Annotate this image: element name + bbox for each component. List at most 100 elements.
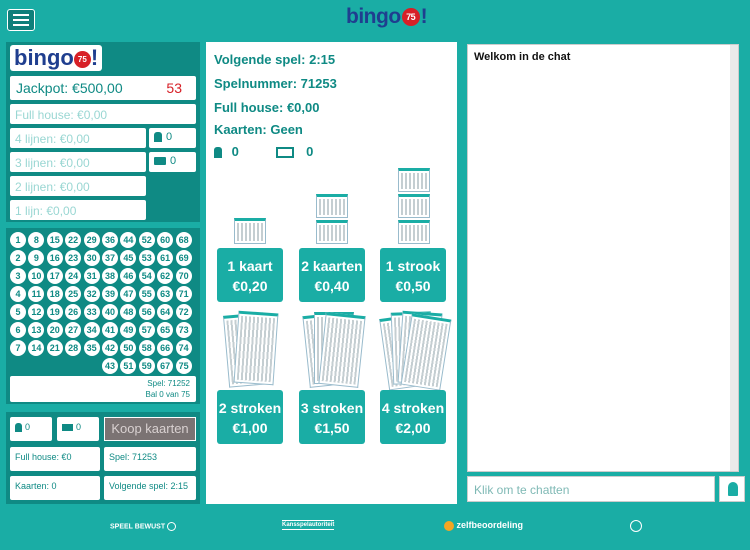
- buy-2-strips-button[interactable]: 2 stroken €1,00: [217, 390, 283, 444]
- number-ball: 61: [157, 250, 174, 266]
- number-ball: 12: [28, 304, 45, 320]
- kansspelautoriteit-logo[interactable]: Kansspelautoriteit: [282, 520, 335, 530]
- prize-3-lines: 3 lijnen: €0,00: [10, 152, 146, 172]
- number-ball: 70: [175, 268, 192, 284]
- players-count-box: 0: [149, 128, 196, 148]
- number-ball: 40: [102, 304, 118, 320]
- ticket-image: [234, 218, 266, 244]
- logo-ball: 75: [401, 8, 420, 27]
- number-ball: 6: [10, 322, 26, 338]
- players-count: 0: [166, 131, 173, 143]
- number-ball: 26: [65, 304, 82, 320]
- chat-messages[interactable]: Welkom in de chat: [467, 44, 739, 472]
- strip-image: [233, 310, 279, 386]
- number-ball: 33: [83, 304, 100, 320]
- user-icon: [728, 482, 738, 496]
- chat-scrollbar[interactable]: [730, 45, 738, 471]
- buy-4-strips-button[interactable]: 4 stroken €2,00: [380, 390, 446, 444]
- number-ball: 8: [28, 232, 45, 248]
- buy-cards: Kaarten: 0: [10, 476, 100, 500]
- panel-logo: bingo 75!: [10, 45, 103, 71]
- prize-full-house: Full house: €0,00: [10, 104, 196, 124]
- option-price: €2,00: [395, 420, 431, 436]
- number-ball: 23: [65, 250, 82, 266]
- chat-input[interactable]: Klik om te chatten: [467, 476, 715, 502]
- number-ball: 3: [10, 268, 26, 284]
- number-ball: 14: [28, 340, 45, 356]
- panel-logo-ball: 75: [73, 50, 91, 68]
- ticket-image: [398, 168, 430, 192]
- number-ball: 55: [138, 286, 155, 302]
- number-ball: 49: [120, 322, 137, 338]
- logo-suffix: !: [420, 5, 428, 28]
- cards-icon: [154, 157, 166, 166]
- number-ball: 64: [157, 304, 174, 320]
- number-ball: 39: [102, 286, 118, 302]
- prize-4-lines: 4 lijnen: €0,00: [10, 128, 146, 148]
- number-ball: 11: [28, 286, 45, 302]
- number-ball: 59: [138, 358, 155, 374]
- panel-logo-text: bingo: [14, 45, 74, 70]
- number-ball: 24: [65, 268, 82, 284]
- buy-2-cards-button[interactable]: 2 kaarten €0,40: [299, 248, 365, 302]
- number-ball: 1: [10, 232, 26, 248]
- option-name: 1 strook: [385, 258, 441, 274]
- buy-cards-button[interactable]: Koop kaarten: [104, 417, 196, 441]
- option-price: €0,50: [395, 278, 431, 294]
- prize-panel: bingo 75! Jackpot: €500,00 53 Full house:…: [6, 42, 200, 222]
- number-ball: 19: [46, 304, 63, 320]
- number-ball: 68: [175, 232, 192, 248]
- buy-next-game: Volgende spel: 2:15: [104, 476, 196, 500]
- hand-icon[interactable]: [630, 520, 642, 532]
- chat-panel: Welkom in de chat Klik om te chatten: [463, 42, 749, 504]
- number-ball: 36: [102, 232, 118, 248]
- number-ball: 29: [83, 232, 100, 248]
- number-ball: 74: [175, 340, 192, 356]
- number-ball: 21: [46, 340, 63, 356]
- logo-text: bingo: [346, 5, 401, 28]
- cards-icon: [62, 424, 73, 432]
- chat-welcome: Welkom in de chat: [474, 51, 571, 63]
- panel-logo-suffix: !: [90, 45, 99, 70]
- jackpot-number: 53: [166, 80, 182, 96]
- chat-user-button[interactable]: [719, 476, 745, 502]
- number-ball: 30: [83, 250, 100, 266]
- buy-1-card-button[interactable]: 1 kaart €0,20: [217, 248, 283, 302]
- option-name: 4 stroken: [381, 400, 445, 416]
- zelfbeoordeling-text: zelfbeoordeling: [456, 520, 524, 530]
- mid-counts: 0 0: [214, 144, 313, 159]
- number-ball: 38: [102, 268, 118, 284]
- zelfbeoordeling-link[interactable]: zelfbeoordeling: [444, 520, 523, 531]
- strip-image: [318, 312, 366, 388]
- user-icon: [154, 132, 162, 143]
- number-ball: 20: [46, 322, 63, 338]
- hamburger-menu-button[interactable]: [7, 9, 35, 31]
- number-ball: 58: [138, 340, 155, 356]
- ticket-image: [398, 194, 430, 218]
- option-name: 2 stroken: [218, 400, 282, 416]
- number-ball: 65: [157, 322, 174, 338]
- number-ball: 16: [46, 250, 63, 266]
- mid-players-count: 0: [231, 144, 239, 159]
- cards-count: 0: [170, 155, 177, 167]
- speel-bewust-text: SPEEL BEWUST: [110, 523, 166, 531]
- number-ball: 54: [138, 268, 155, 284]
- prize-2-lines: 2 lijnen: €0,00: [10, 176, 146, 196]
- card-shop-panel: Volgende spel: 2:15 Spelnummer: 71253 Fu…: [206, 42, 457, 504]
- game-label: Spel: 71252: [147, 379, 190, 388]
- speel-bewust-logo[interactable]: SPEEL BEWUST: [110, 522, 177, 531]
- cards-icon: [276, 147, 295, 159]
- number-ball: 9: [28, 250, 45, 266]
- game-info: Spel: 71252 Bal 0 van 75: [10, 376, 196, 402]
- jackpot-box: Jackpot: €500,00 53: [10, 76, 196, 100]
- footer: SPEEL BEWUST Kansspelautoriteit zelfbeoo…: [0, 508, 750, 550]
- number-ball: 66: [157, 340, 174, 356]
- cards-count-box: 0: [149, 152, 196, 172]
- buy-1-strip-button[interactable]: 1 strook €0,50: [380, 248, 446, 302]
- bingo-logo: bingo 75!: [346, 5, 428, 29]
- number-ball: 75: [175, 358, 192, 374]
- number-ball: 56: [138, 304, 155, 320]
- cards-label: Kaarten: Geen: [214, 122, 303, 137]
- buy-3-strips-button[interactable]: 3 stroken €1,50: [299, 390, 365, 444]
- full-house-label: Full house: €0,00: [214, 100, 320, 115]
